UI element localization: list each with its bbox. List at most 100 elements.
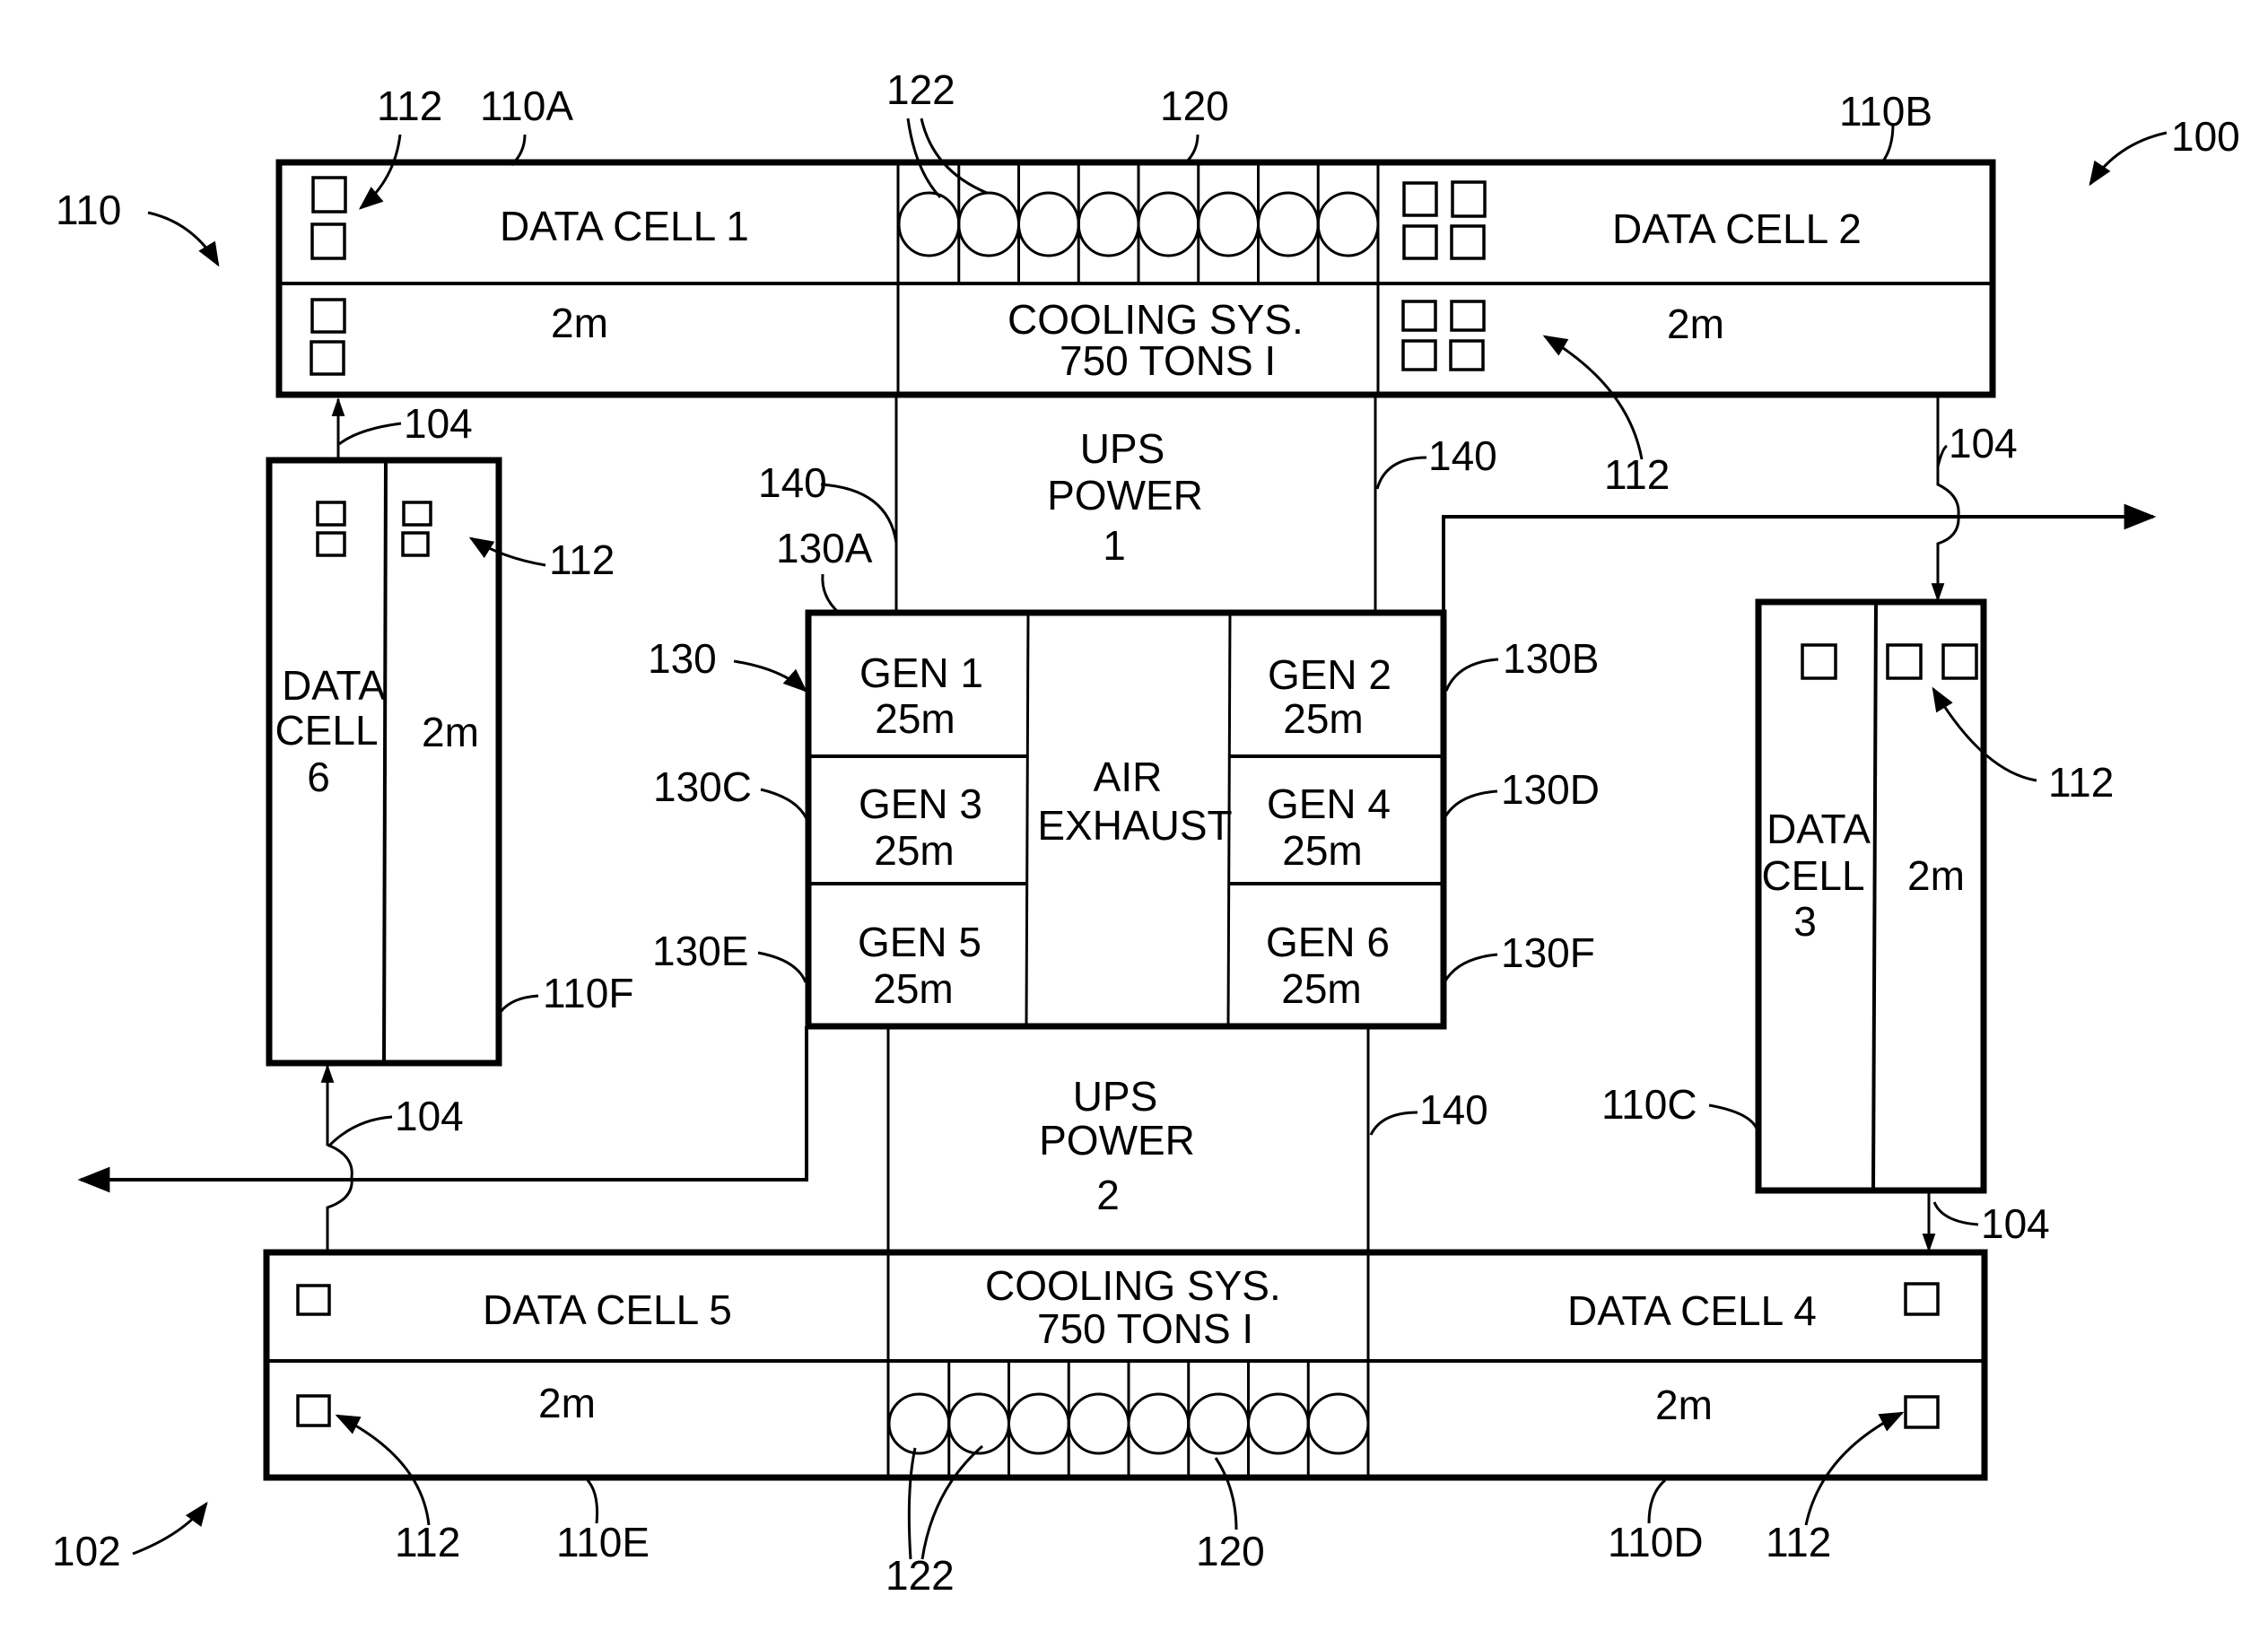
cooling-fan-icon xyxy=(1137,191,1200,257)
server-rack-icon xyxy=(296,1394,331,1427)
server-rack-icon xyxy=(1450,300,1486,332)
cooling-fan-icon xyxy=(1257,191,1320,257)
generator-5: GEN 5 25m xyxy=(858,919,981,1012)
data-cell-6: DATA CELL 6 2m xyxy=(266,457,502,1067)
cooling-2-line2: 750 TONS I xyxy=(1037,1305,1253,1352)
gen-2-capacity: 25m xyxy=(1283,695,1363,742)
ref-112: 112 xyxy=(377,83,442,129)
generator-block: GEN 1 25m GEN 2 25m GEN 3 25m GEN 4 25m … xyxy=(805,609,1447,1030)
generator-4: GEN 4 25m xyxy=(1267,780,1391,874)
cooling-system-2: COOLING SYS. 750 TONS I xyxy=(887,1262,1370,1478)
ref-104: 104 xyxy=(395,1093,464,1139)
cooling-fan-row xyxy=(897,162,1380,283)
ref-140: 140 xyxy=(1428,432,1497,479)
ups-2-line1: UPS xyxy=(1073,1073,1158,1120)
gen-6-capacity: 25m xyxy=(1281,965,1361,1012)
ref-112: 112 xyxy=(549,536,615,583)
cooling-1-line1: COOLING SYS. xyxy=(1008,296,1304,343)
server-rack-icon xyxy=(1801,643,1837,680)
ref-110D: 110D xyxy=(1608,1519,1704,1565)
ref-130D: 130D xyxy=(1501,766,1600,813)
ups-1-line3: 1 xyxy=(1103,522,1126,569)
server-rack-icon xyxy=(1451,180,1487,218)
server-rack-icon xyxy=(1450,224,1486,260)
air-exhaust: AIR EXHAUST xyxy=(1037,754,1232,849)
ref-112: 112 xyxy=(1766,1519,1831,1565)
server-rack-icon xyxy=(310,298,346,334)
air-flow-arrow-left-lower xyxy=(320,1063,353,1252)
ref-130C: 130C xyxy=(653,763,752,810)
ups-1-line2: POWER xyxy=(1047,472,1203,519)
air-exhaust-line2: EXHAUST xyxy=(1037,802,1232,849)
ref-120: 120 xyxy=(1160,83,1229,129)
server-rack-icon xyxy=(402,501,432,527)
generator-6: GEN 6 25m xyxy=(1266,919,1390,1012)
ups-2-line2: POWER xyxy=(1039,1117,1195,1164)
ups-2-line3: 2 xyxy=(1096,1172,1120,1218)
ref-140: 140 xyxy=(758,459,827,506)
data-cell-5: DATA CELL 5 2m xyxy=(296,1284,732,1427)
ref-102: 102 xyxy=(52,1528,121,1574)
generator-3: GEN 3 25m xyxy=(859,780,982,874)
server-rack-icon xyxy=(1941,643,1978,680)
data-cell-2: DATA CELL 2 2m xyxy=(1401,180,1862,371)
ups-1-line1: UPS xyxy=(1080,425,1165,472)
data-cell-6-capacity: 2m xyxy=(422,709,479,755)
data-cell-6-line1: DATA xyxy=(282,662,386,709)
data-cell-5-capacity: 2m xyxy=(538,1380,596,1426)
cooling-system-1: COOLING SYS. 750 TONS I xyxy=(897,162,1380,384)
data-cell-2-capacity: 2m xyxy=(1667,301,1724,347)
air-exhaust-line1: AIR xyxy=(1094,754,1163,800)
server-rack-icon xyxy=(1904,1395,1940,1429)
ref-122: 122 xyxy=(885,1552,955,1599)
exhaust-outlet-right xyxy=(1442,503,2157,613)
ref-130B: 130B xyxy=(1503,635,1599,682)
cooling-fan-icon xyxy=(1067,1392,1130,1455)
data-cell-4: DATA CELL 4 2m xyxy=(1567,1282,1940,1429)
gen-1-name: GEN 1 xyxy=(859,650,983,696)
ref-104: 104 xyxy=(1949,420,2018,466)
ref-112: 112 xyxy=(395,1519,460,1565)
gen-3-name: GEN 3 xyxy=(859,780,982,827)
cooling-fan-icon xyxy=(957,191,1020,257)
server-rack-icon xyxy=(1401,339,1437,371)
ref-104: 104 xyxy=(404,400,473,447)
cooling-fan-icon xyxy=(1306,1392,1370,1455)
server-rack-icon xyxy=(316,501,346,527)
ref-110A: 110A xyxy=(480,83,573,129)
ref-110: 110 xyxy=(56,187,121,233)
gen-5-capacity: 25m xyxy=(873,965,953,1012)
ref-140: 140 xyxy=(1419,1086,1488,1133)
gen-1-capacity: 25m xyxy=(875,695,955,742)
data-cell-1-capacity: 2m xyxy=(551,300,608,346)
server-rack-icon xyxy=(316,531,346,557)
data-cell-6-line2: CELL xyxy=(275,707,378,754)
server-rack-icon xyxy=(1402,224,1438,260)
cooling-fan-icon xyxy=(1077,191,1140,257)
ref-112: 112 xyxy=(2048,759,2114,806)
data-cell-1: DATA CELL 1 2m xyxy=(310,176,749,376)
server-rack-icon xyxy=(310,222,346,260)
ups-power-1: UPS POWER 1 xyxy=(894,395,1377,613)
server-rack-icon xyxy=(401,531,430,557)
gen-6-name: GEN 6 xyxy=(1266,919,1390,965)
cooling-2-line1: COOLING SYS. xyxy=(985,1262,1281,1309)
ref-112: 112 xyxy=(1604,451,1670,498)
data-cell-2-label: DATA CELL 2 xyxy=(1612,205,1862,252)
gen-4-capacity: 25m xyxy=(1282,827,1362,874)
cooling-fan-icon xyxy=(897,191,961,257)
data-center-layout-diagram: DATA CELL 1 2m COOLING SYS. 750 TONS I D… xyxy=(52,66,2240,1599)
cooling-fan-icon xyxy=(1316,191,1380,257)
ref-130: 130 xyxy=(648,635,717,682)
gen-2-name: GEN 2 xyxy=(1268,651,1391,698)
data-cell-3-capacity: 2m xyxy=(1907,852,1965,899)
data-cell-4-capacity: 2m xyxy=(1655,1382,1713,1428)
ref-120: 120 xyxy=(1196,1528,1265,1574)
ref-100: 100 xyxy=(2171,113,2240,160)
server-rack-icon xyxy=(1401,300,1437,332)
server-rack-icon xyxy=(310,340,345,376)
data-cell-1-label: DATA CELL 1 xyxy=(500,203,749,249)
data-cell-3-line3: 3 xyxy=(1793,898,1817,945)
cooling-fan-icon xyxy=(947,1392,1010,1455)
generator-2: GEN 2 25m xyxy=(1268,651,1391,742)
